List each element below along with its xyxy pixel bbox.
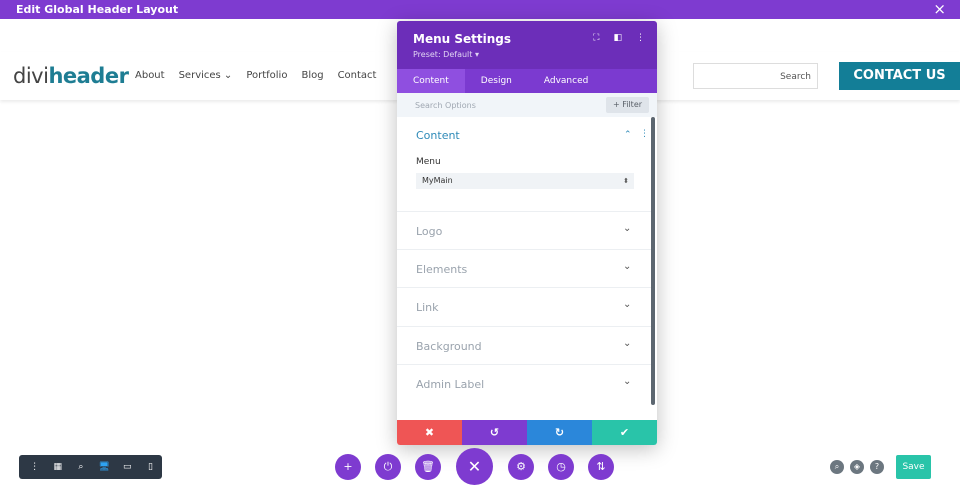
chevron-down-icon: ⌄ (623, 261, 632, 272)
accordion-link[interactable]: Link ⌄ (397, 287, 651, 325)
tab-design[interactable]: Design (465, 69, 528, 93)
settings-tabs: Content Design Advanced (397, 69, 657, 93)
discard-button[interactable]: ✖ (397, 420, 462, 445)
preset-selector[interactable]: Preset: Default ▾ (413, 50, 479, 59)
chevron-down-icon: ⌄ (623, 338, 632, 349)
add-button[interactable]: + (335, 454, 361, 480)
chevron-down-icon: ⌄ (623, 223, 632, 234)
sidebar-toggle-icon[interactable]: ◧ (613, 33, 622, 43)
view-mode-toolbar: ⋮ ▦ ⌕ 🖥 ▭ ▯ (19, 455, 162, 479)
nav-item-contact[interactable]: Contact (338, 70, 377, 81)
menu-label: Menu (416, 157, 441, 167)
accordion-admin-label[interactable]: Admin Label ⌄ (397, 364, 651, 402)
save-button[interactable]: Save (896, 455, 931, 479)
sort-button[interactable]: ⇅ (588, 454, 614, 480)
help-icon[interactable]: ? (870, 460, 884, 474)
chevron-down-icon: ⌄ (623, 376, 632, 387)
tab-advanced[interactable]: Advanced (528, 69, 604, 93)
expand-icon[interactable]: ⛶ (593, 33, 599, 43)
desktop-icon[interactable]: 🖥 (93, 462, 116, 472)
select-arrows-icon: ⬍ (623, 177, 629, 185)
contact-us-button[interactable]: CONTACT US (839, 62, 960, 90)
nav-item-portfolio[interactable]: Portfolio (246, 70, 287, 81)
accordion-label: Link (416, 301, 439, 314)
chevron-down-icon: ⌄ (623, 299, 632, 310)
page-settings-button[interactable]: ⚙ (508, 454, 534, 480)
redo-button[interactable]: ↻ (527, 420, 592, 445)
layers-icon[interactable]: ◈ (850, 460, 864, 474)
accordion-background[interactable]: Background ⌄ (397, 326, 651, 364)
header-search-input[interactable]: Search (693, 63, 818, 89)
zoom-icon[interactable]: ⌕ (69, 462, 92, 472)
history-button[interactable]: ◷ (548, 454, 574, 480)
close-settings-button[interactable]: ✕ (456, 448, 493, 485)
modal-title: Menu Settings (413, 32, 511, 46)
tablet-icon[interactable]: ▭ (116, 462, 139, 472)
section-options-icon[interactable]: ⋮ (640, 129, 649, 139)
search-options-input[interactable]: Search Options (415, 101, 476, 110)
save-changes-button[interactable]: ✔ (592, 420, 657, 445)
modal-header: Menu Settings Preset: Default ▾ ⛶ ◧ ⋮ (397, 21, 657, 69)
accordion-label: Logo (416, 225, 443, 238)
accordion-label: Admin Label (416, 378, 485, 391)
site-logo[interactable]: diviheader (13, 64, 129, 88)
clear-layout-button[interactable]: 🗑 (415, 454, 441, 480)
wireframe-icon[interactable]: ▦ (46, 462, 69, 472)
search-options-row: Search Options + Filter (397, 93, 657, 117)
accordion-elements[interactable]: Elements ⌄ (397, 249, 651, 287)
content-section-title[interactable]: Content (416, 129, 460, 142)
logo-part-divi: divi (13, 64, 49, 88)
filter-button[interactable]: + Filter (606, 97, 649, 113)
nav-item-about[interactable]: About (135, 70, 165, 81)
undo-button[interactable]: ↺ (462, 420, 527, 445)
portability-button[interactable]: ⏻ (375, 454, 401, 480)
layout-title: Edit Global Header Layout (16, 3, 179, 16)
accordion-logo[interactable]: Logo ⌄ (397, 211, 651, 249)
modal-header-icons: ⛶ ◧ ⋮ (593, 33, 645, 43)
menu-settings-modal: Menu Settings Preset: Default ▾ ⛶ ◧ ⋮ Co… (397, 21, 657, 445)
top-bar: Edit Global Header Layout × (0, 0, 960, 19)
menu-select-value: MyMain (422, 176, 453, 185)
nav-item-blog[interactable]: Blog (301, 70, 323, 81)
more-icon[interactable]: ⋮ (23, 462, 46, 472)
search-icon[interactable]: ⌕ (830, 460, 844, 474)
accordion-label: Background (416, 340, 482, 353)
phone-icon[interactable]: ▯ (139, 462, 162, 472)
nav-item-services[interactable]: Services ⌄ (179, 70, 233, 81)
menu-select[interactable]: MyMain ⬍ (416, 173, 634, 189)
more-options-icon[interactable]: ⋮ (636, 33, 645, 43)
modal-scrollbar[interactable] (651, 117, 655, 405)
accordion-label: Elements (416, 263, 468, 276)
logo-part-header: header (48, 64, 129, 88)
modal-actions: ✖ ↺ ↻ ✔ (397, 420, 657, 445)
close-icon[interactable]: × (933, 1, 946, 17)
collapse-icon[interactable]: ⌃ (624, 130, 632, 140)
tab-content[interactable]: Content (397, 69, 465, 93)
main-nav: About Services ⌄ Portfolio Blog Contact (135, 70, 376, 81)
